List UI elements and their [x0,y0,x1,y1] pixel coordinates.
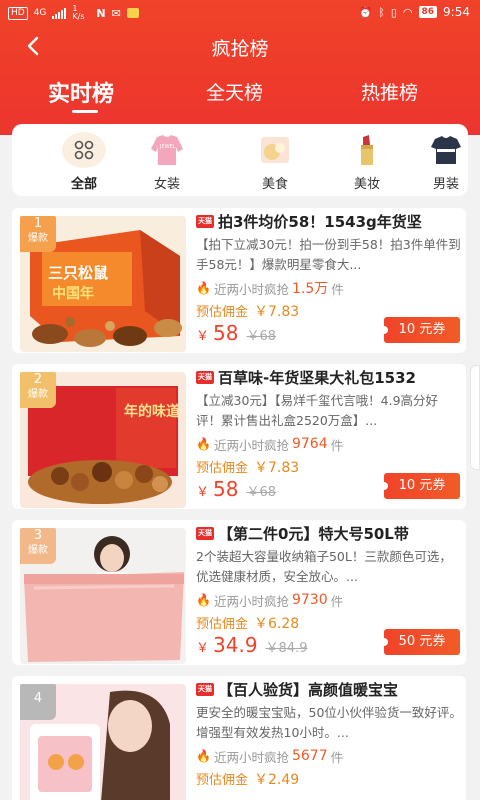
product-card[interactable]: 三只松鼠 中国年 1 爆款 天猫 拍3件均价58！1543g年货坚 【拍下立减30元… [12,208,466,353]
category-bar: 全部 JEWEL 女装 美食 美妆 男装 [12,124,468,196]
product-description: 【立减30元】【易烊千玺代言哦！4.9高分好评！累计售出礼盒2520万盒】... [196,393,439,428]
status-bar: HD 4G 1 K/s N ✉ ⏰ ᛒ ▯ ◠ 86 9:54 [0,0,480,24]
bluetooth-icon: ᛒ [378,5,385,19]
battery-indicator: 86 [418,6,438,18]
wechat-icon: ✉ [111,6,121,20]
tab-hot-push[interactable]: 热推榜 [361,78,418,105]
sales-count: 🔥 近两小时疯抢 5677 件 [196,748,344,765]
category-label: 美食 [261,177,288,192]
product-title: 天猫 百草味-年货坚果大礼包1532 [196,368,416,387]
box-slogan-text: 中国年 [52,285,94,302]
shirt-icon [425,132,467,168]
notification-icon [126,8,139,18]
tmall-icon: 天猫 [196,214,214,228]
tab-realtime[interactable]: 实时榜 [48,76,114,108]
net-speed: 1 K/s [72,4,85,21]
rank-badge: 2 爆款 [20,372,56,408]
fire-icon: 🔥 [196,437,211,451]
product-price: ￥ 58 ￥68 [196,477,277,501]
fire-icon: 🔥 [196,281,211,295]
nfc-icon: N [96,6,106,20]
vibrate-icon: ▯ [390,5,397,19]
sales-count: 🔥 近两小时疯抢 1.5万件 [196,281,344,297]
product-title: 天猫 拍3件均价58！1543g年货坚 [196,212,422,231]
sales-count: 🔥 近两小时疯抢 9764 件 [196,436,344,453]
signal-icon [52,7,67,19]
product-card[interactable]: 3 爆款 天猫 【第二件0元】特大号50L带 2个装超大容量收纳箱子50L！三款颜色… [12,520,466,665]
category-label: 美妆 [353,177,380,192]
alarm-icon: ⏰ [358,5,373,19]
rank-badge: 4 [20,684,56,720]
product-title: 天猫 【百人验货】高颜值暖宝宝 [196,680,399,699]
tmall-icon: 天猫 [196,370,214,384]
header: HD 4G 1 K/s N ✉ ⏰ ᛒ ▯ ◠ 86 9:54 疯抢榜 实时榜 … [0,0,480,135]
svg-text:JEWEL: JEWEL [159,144,176,150]
tmall-icon: 天猫 [196,526,214,540]
product-card[interactable]: 4 天猫 【百人验货】高颜值暖宝宝 更安全的暖宝宝贴，50位小伙伴验货一致好评。增… [12,676,466,800]
product-price: ￥ 58 ￥68 [196,321,277,345]
side-drawer-handle[interactable] [470,365,480,470]
product-price: ￥ 34.9 ￥84.9 [196,633,308,657]
rank-badge: 3 爆款 [20,528,56,564]
category-label: 男装 [432,177,459,192]
coupon-button[interactable]: 10 元券 [380,473,460,499]
category-women[interactable]: JEWEL 女装 [137,132,197,192]
category-beauty[interactable]: 美妆 [337,132,397,192]
tmall-icon: 天猫 [196,682,214,696]
category-food[interactable]: 美食 [245,132,305,192]
fire-icon: 🔥 [196,749,211,763]
fire-icon: 🔥 [196,593,211,607]
wifi-icon: ◠ [402,5,413,19]
network-type: 4G [33,8,47,18]
tab-all-day[interactable]: 全天榜 [206,78,263,105]
hd-indicator: HD [8,6,28,20]
coupon-button[interactable]: 50 元券 [380,629,460,655]
rank-badge: 1 爆款 [20,216,56,252]
nav-bar: 疯抢榜 [0,30,480,64]
category-label: 女装 [153,177,180,192]
food-icon [254,132,296,168]
sales-count: 🔥 近两小时疯抢 9730 件 [196,592,344,609]
product-card[interactable]: 年的味道 2 爆款 天猫 百草味-年货坚果大礼包1532 【立减30元】【易烊千玺代… [12,364,466,509]
clock: 9:54 [443,5,470,19]
sweater-icon: JEWEL [146,132,188,168]
product-description: 更安全的暖宝宝贴，50位小伙伴验货一致好评。增强型有效发热10小时。... [196,705,462,740]
coupon-button[interactable]: 10 元券 [380,317,460,343]
grid-icon [62,132,106,168]
product-description: 【拍下立减30元！拍一份到手58！拍3件单件到手58元！】爆款明星零食大... [196,237,461,272]
category-all[interactable]: 全部 [54,132,114,192]
box-slogan-text: 年的味道 [124,403,180,420]
active-tab-indicator [72,110,98,113]
category-label: 全部 [70,177,97,192]
product-title: 天猫 【第二件0元】特大号50L带 [196,524,409,543]
category-men[interactable]: 男装 [416,132,468,192]
box-brand-text: 三只松鼠 [48,264,108,282]
lipstick-icon [346,132,388,168]
estimated-commission: 预估佣金 ￥2.49 [196,772,300,788]
product-description: 2个装超大容量收纳箱子50L！三款颜色可选，优选健康材质，安全放心。... [196,549,452,584]
ranking-tabs: 实时榜 全天榜 热推榜 [0,72,480,120]
page-title: 疯抢榜 [211,38,269,60]
